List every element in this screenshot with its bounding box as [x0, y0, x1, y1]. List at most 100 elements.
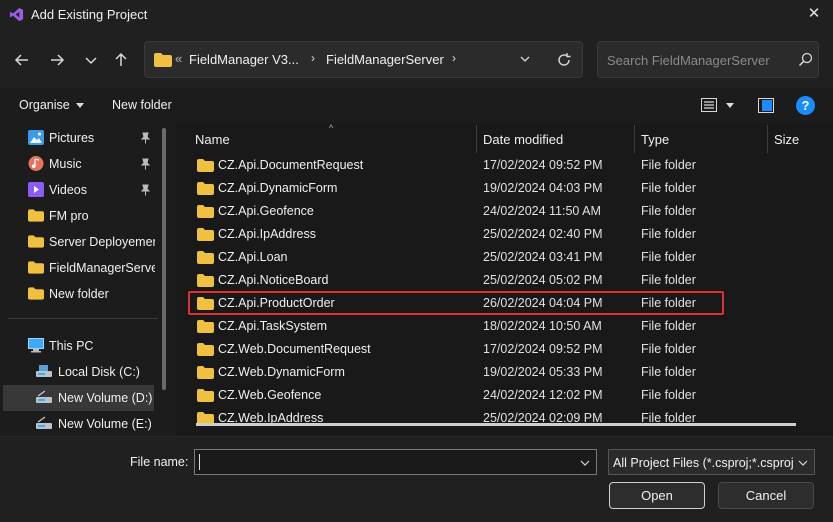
search-placeholder: Search FieldManagerServer [607, 53, 770, 68]
breadcrumb-segment-fieldmanagerserver[interactable]: FieldManagerServer [326, 52, 444, 67]
command-toolbar: Organise New folder ? [0, 88, 833, 123]
file-row[interactable]: CZ.Web.IpAddress 25/02/2024 02:09 PM File … [190, 407, 820, 430]
refresh-icon[interactable] [556, 52, 572, 68]
folder-icon [197, 182, 214, 195]
file-type: File folder [641, 250, 696, 264]
filter-dropdown-chevron-icon[interactable] [798, 458, 808, 468]
recent-locations-chevron-icon[interactable] [82, 51, 100, 69]
forward-arrow-icon[interactable] [48, 51, 66, 69]
file-date-modified: 25/02/2024 05:02 PM [483, 273, 603, 287]
file-type: File folder [641, 319, 696, 333]
search-input[interactable]: Search FieldManagerServer [597, 41, 819, 78]
column-separator[interactable] [476, 125, 477, 153]
file-date-modified: 25/02/2024 03:41 PM [483, 250, 603, 264]
visual-studio-icon [9, 7, 24, 22]
pin-icon[interactable] [140, 184, 151, 196]
cancel-button[interactable]: Cancel [718, 482, 814, 509]
file-name: CZ.Web.DocumentRequest [218, 342, 371, 356]
sidebar-item-pictures[interactable]: Pictures [0, 125, 160, 151]
preview-pane-icon[interactable] [758, 98, 774, 113]
sidebar-item-fieldmanagerserver[interactable]: FieldManagerServer [0, 255, 160, 281]
file-row[interactable]: CZ.Web.DynamicForm 19/02/2024 05:33 PM Fil… [190, 361, 820, 384]
folder-icon [197, 274, 214, 287]
column-header-date-modified[interactable]: Date modified [483, 123, 563, 154]
up-arrow-icon[interactable] [112, 51, 130, 69]
file-type: File folder [641, 388, 696, 402]
file-row[interactable]: CZ.Api.Loan 25/02/2024 03:41 PM File folde… [190, 246, 820, 269]
pin-icon[interactable] [140, 158, 151, 170]
sidebar-item-label: New Volume (E:) [58, 417, 152, 431]
search-icon[interactable] [798, 52, 813, 67]
music-icon [28, 156, 44, 171]
address-dropdown-chevron-icon[interactable] [519, 53, 531, 65]
file-name: CZ.Api.TaskSystem [218, 319, 328, 333]
folder-icon [28, 235, 44, 248]
sidebar-item-fm-pro[interactable]: FM pro [0, 203, 160, 229]
file-row[interactable]: CZ.Api.Geofence 24/02/2024 11:50 AM File f… [190, 200, 820, 223]
sidebar-item-label: FieldManagerServer [49, 261, 155, 275]
breadcrumb-separator[interactable]: › [311, 51, 315, 65]
help-icon[interactable]: ? [796, 96, 815, 115]
file-row[interactable]: CZ.Api.TaskSystem 18/02/2024 10:50 AM File… [190, 315, 820, 338]
sort-ascending-icon: ^ [329, 123, 334, 133]
file-row[interactable]: CZ.Web.DocumentRequest 17/02/2024 09:52 P… [190, 338, 820, 361]
file-date-modified: 19/02/2024 05:33 PM [483, 365, 603, 379]
file-type: File folder [641, 158, 696, 172]
folder-icon [28, 209, 44, 222]
sidebar-item-music[interactable]: Music [0, 151, 160, 177]
sidebar-item-new-folder[interactable]: New folder [0, 281, 160, 307]
back-arrow-icon[interactable] [13, 51, 31, 69]
file-row[interactable]: CZ.Api.IpAddress 25/02/2024 02:40 PM File … [190, 223, 820, 246]
sidebar-item-label: New Volume (D:) [58, 391, 153, 405]
sidebar-item-local-disk-c[interactable]: Local Disk (C:) [0, 359, 160, 385]
file-type-filter-select[interactable]: All Project Files (*.csproj;*.csproj) [608, 449, 815, 475]
sidebar-item-label: Pictures [49, 131, 95, 145]
sidebar-item-label: Server Deployement [49, 235, 155, 249]
sidebar-item-new-volume-d[interactable]: New Volume (D:) [3, 385, 154, 411]
file-date-modified: 24/02/2024 11:50 AM [483, 204, 601, 218]
file-date-modified: 18/02/2024 10:50 AM [483, 319, 602, 333]
address-bar[interactable]: « FieldManager V3... › FieldManagerServe… [144, 41, 583, 78]
drive-icon [36, 390, 52, 403]
view-options-chevron[interactable] [726, 103, 734, 108]
file-row[interactable]: CZ.Api.DynamicForm 19/02/2024 04:03 PM Fil… [190, 177, 820, 200]
new-folder-button[interactable]: New folder [112, 98, 172, 112]
close-icon[interactable]: ✕ [806, 6, 822, 22]
column-header-name[interactable]: Name [195, 123, 230, 154]
file-name-panel: File name: All Project Files (*.csproj;*… [0, 436, 833, 522]
file-date-modified: 19/02/2024 04:03 PM [483, 181, 603, 195]
sidebar-item-this-pc[interactable]: This PC [0, 333, 160, 359]
sidebar-item-label: Music [49, 157, 82, 171]
column-header-type[interactable]: Type [641, 123, 669, 154]
file-row[interactable]: CZ.Web.Geofence 24/02/2024 12:02 PM File f… [190, 384, 820, 407]
column-header-size[interactable]: Size [774, 123, 799, 154]
sidebar-item-label: Videos [49, 183, 87, 197]
organise-button[interactable]: Organise [19, 98, 84, 112]
pictures-icon [28, 130, 44, 145]
open-button[interactable]: Open [609, 482, 705, 509]
file-type: File folder [641, 365, 696, 379]
sidebar-item-server-deployement[interactable]: Server Deployement [0, 229, 160, 255]
file-row[interactable]: CZ.Api.NoticeBoard 25/02/2024 05:02 PM Fil… [190, 269, 820, 292]
navigation-scrollbar[interactable] [162, 128, 166, 390]
horizontal-scrollbar[interactable] [196, 423, 796, 426]
column-separator[interactable] [634, 125, 635, 153]
breadcrumb-separator[interactable]: › [452, 51, 456, 65]
file-name: CZ.Api.DynamicForm [218, 181, 338, 195]
breadcrumb-segment-fieldmanager-v3[interactable]: FieldManager V3... [189, 52, 299, 67]
sidebar-item-videos[interactable]: Videos [0, 177, 160, 203]
file-list: ^ Name Date modified Type Size CZ.Api.Do… [176, 123, 833, 436]
file-type: File folder [641, 204, 696, 218]
file-row[interactable]: CZ.Api.DocumentRequest 17/02/2024 09:52 P… [190, 154, 820, 177]
folder-icon [197, 228, 214, 241]
file-name-dropdown-chevron-icon[interactable] [580, 458, 590, 468]
file-name-input[interactable] [194, 449, 597, 475]
title-bar: Add Existing Project ✕ [0, 0, 833, 30]
view-options-icon[interactable] [701, 98, 717, 112]
address-overflow-chevron[interactable]: « [175, 51, 182, 66]
file-name: CZ.Api.NoticeBoard [218, 273, 329, 287]
sidebar-item-new-volume-e[interactable]: New Volume (E:) [0, 411, 160, 436]
file-type: File folder [641, 181, 696, 195]
column-separator[interactable] [767, 125, 768, 153]
pin-icon[interactable] [140, 132, 151, 144]
